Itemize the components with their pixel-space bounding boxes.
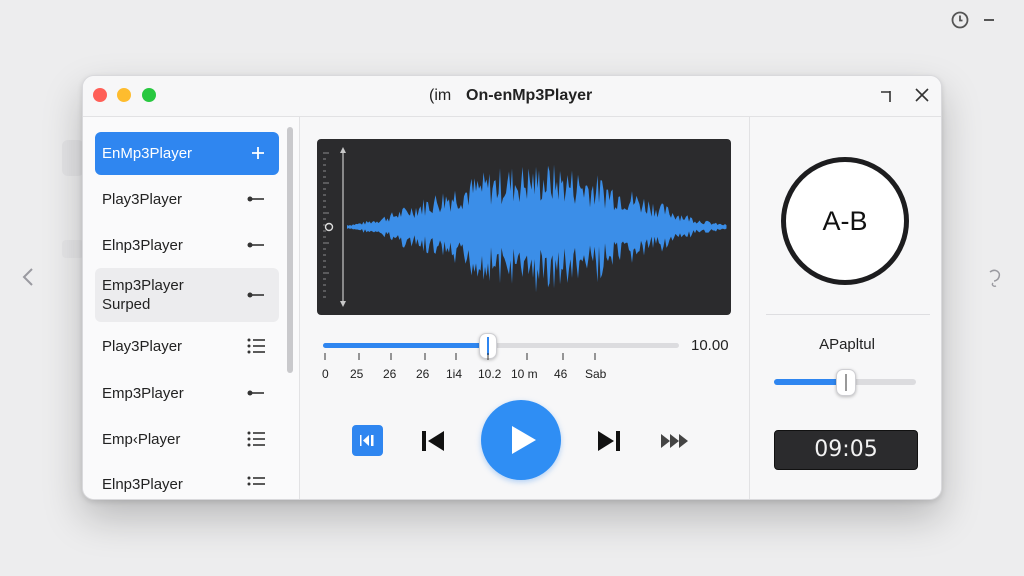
sidebar-item-label: Elnp3Player — [102, 476, 183, 493]
tick-label: 25 — [350, 367, 364, 381]
desktop-minimize-icon[interactable] — [984, 19, 994, 21]
tick-label: 1i4 — [446, 367, 463, 381]
sidebar-item-emp-player[interactable]: Emp‹Player — [95, 419, 279, 459]
sidebar-item-label: Emp3Player Surped — [102, 277, 184, 313]
tick-label: 26 — [416, 367, 430, 381]
window-title-prefix: (im — [429, 87, 452, 104]
amplitude-level — [774, 379, 845, 385]
amplitude-slider-handle[interactable] — [836, 369, 856, 396]
tick-label: 10 m — [511, 367, 538, 381]
dash-dot-icon — [247, 292, 264, 298]
title-bar: (im On-enMp3Player — [83, 76, 941, 117]
tick-label: Sab — [585, 367, 607, 381]
play-icon — [512, 426, 536, 454]
sidebar-item-enmp3player[interactable]: EnMp3Player — [95, 132, 279, 175]
chevron-left-icon[interactable] — [20, 266, 36, 288]
sidebar-item-label: Emp3Player — [102, 385, 184, 402]
waveform — [323, 147, 727, 307]
waveform-display[interactable] — [317, 139, 731, 315]
dash-dot-icon — [247, 390, 264, 396]
sidebar-item-label: EnMp3Player — [102, 145, 193, 162]
amplitude-label: APapltul — [819, 336, 875, 353]
clock-icon[interactable] — [951, 11, 969, 29]
sidebar-item-elnp3player-2[interactable]: Elnp3Player — [95, 465, 279, 499]
fast-forward-icon[interactable] — [659, 430, 692, 452]
sidebar-item-label: Emp‹Player — [102, 431, 181, 448]
sidebar-item-emp3player[interactable]: Emp3Player — [95, 373, 279, 413]
dash-dot-icon — [247, 242, 264, 248]
seek-ticks — [324, 353, 596, 360]
list-icon — [247, 476, 265, 486]
player-window: (im On-enMp3Player EnMp3Player Play3Play… — [82, 75, 942, 500]
waveform-shape — [347, 164, 727, 293]
refresh-icon[interactable] — [986, 266, 1004, 290]
ab-label: A-B — [822, 206, 868, 236]
playhead-top-arrow — [340, 147, 346, 153]
sidebar-scrollbar[interactable] — [287, 127, 293, 373]
sidebar-item-emp3player-surped[interactable]: Emp3Player Surped — [95, 268, 279, 322]
window-title: On-enMp3Player — [466, 87, 593, 104]
close-window-button[interactable] — [93, 88, 107, 102]
seek-progress — [323, 343, 487, 348]
playhead-marker[interactable] — [324, 222, 334, 232]
dash-dot-icon — [247, 196, 264, 202]
seek-time: 10.00 — [691, 337, 729, 354]
playhead-bottom-arrow — [340, 301, 346, 307]
player-main: 10.00 0 25 26 26 1i4 10.2 10 m 46 Sab — [300, 117, 748, 499]
play-button[interactable] — [481, 400, 561, 480]
restore-icon[interactable] — [879, 88, 895, 104]
background-window-edge — [62, 140, 84, 176]
ab-repeat-button[interactable]: A-B — [781, 157, 909, 285]
sidebar-item-play3player-2[interactable]: Play3Player — [95, 326, 279, 366]
tick-label: 0 — [322, 367, 329, 381]
close-icon[interactable] — [914, 87, 930, 103]
time-display: 09:05 — [774, 430, 918, 470]
ab-panel: A-B APapltul 09:05 — [749, 117, 941, 499]
sidebar-item-elnp3player[interactable]: Elnp3Player — [95, 225, 279, 265]
panel-divider — [766, 314, 930, 315]
maximize-window-button[interactable] — [142, 88, 156, 102]
minimize-window-button[interactable] — [117, 88, 131, 102]
previous-track-icon[interactable] — [420, 429, 446, 453]
tick-label: 46 — [554, 367, 568, 381]
sidebar-item-label: Elnp3Player — [102, 237, 183, 254]
sidebar-item-label: Play3Player — [102, 191, 183, 208]
tick-label: 26 — [383, 367, 397, 381]
sidebar-item-label: Play3Player — [102, 338, 183, 355]
tick-label: 10.2 — [478, 367, 502, 381]
background-window-edge — [62, 240, 84, 258]
playlist-sidebar: EnMp3Player Play3Player Elnp3Player Emp3… — [83, 117, 300, 499]
list-icon — [247, 338, 265, 354]
list-icon — [247, 431, 265, 447]
sidebar-item-play3player[interactable]: Play3Player — [95, 179, 279, 219]
loop-back-icon — [360, 435, 374, 446]
next-track-icon[interactable] — [596, 429, 622, 453]
plus-icon[interactable] — [251, 146, 265, 160]
ab-loop-button[interactable] — [352, 425, 383, 456]
